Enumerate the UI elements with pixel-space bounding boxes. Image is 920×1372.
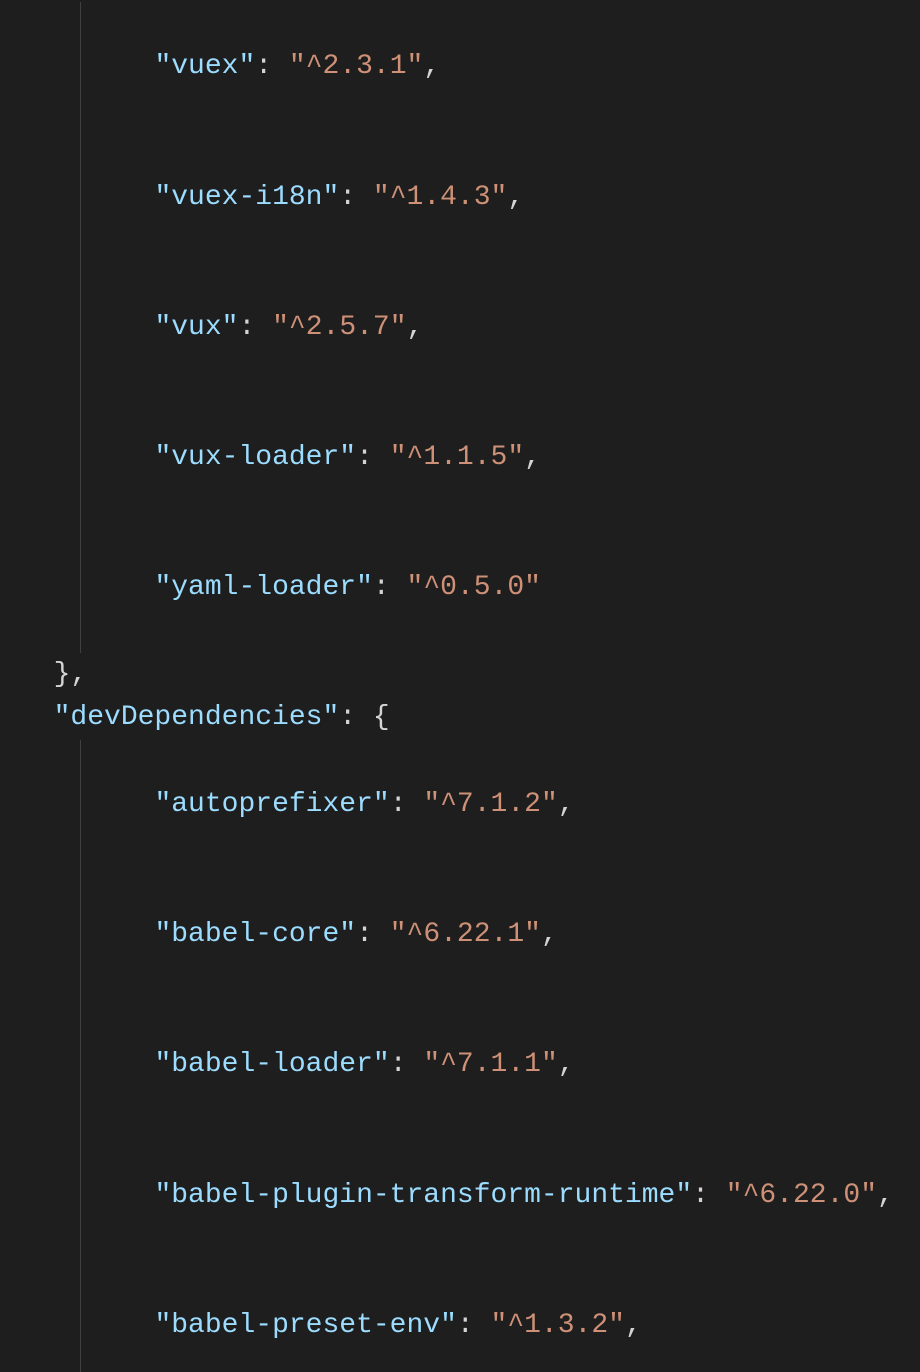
colon: : bbox=[255, 51, 289, 82]
code-line: }, bbox=[20, 653, 920, 696]
json-key: babel-plugin-transform-runtime bbox=[171, 1180, 675, 1211]
json-key: vuex bbox=[171, 51, 238, 82]
json-key: yaml-loader bbox=[171, 572, 356, 603]
code-line: "vux-loader": "^1.1.5", bbox=[20, 393, 920, 523]
json-key: vux bbox=[171, 312, 221, 343]
json-key: vux-loader bbox=[171, 442, 339, 473]
open-brace: { bbox=[373, 702, 390, 733]
json-value: ^1.1.5 bbox=[407, 442, 508, 473]
json-key: babel-core bbox=[171, 919, 339, 950]
code-line: "babel-preset-env": "^1.3.2", bbox=[20, 1260, 920, 1372]
json-value: ^2.5.7 bbox=[289, 312, 390, 343]
json-key: babel-preset-env bbox=[171, 1310, 440, 1341]
code-line: "babel-core": "^6.22.1", bbox=[20, 870, 920, 1000]
json-value: ^6.22.0 bbox=[743, 1180, 861, 1211]
json-value: ^6.22.1 bbox=[407, 919, 525, 950]
comma: , bbox=[423, 51, 440, 82]
json-value: ^1.3.2 bbox=[507, 1310, 608, 1341]
json-value: ^0.5.0 bbox=[423, 572, 524, 603]
code-line: "vuex": "^2.3.1", bbox=[20, 2, 920, 132]
json-key: vuex-i18n bbox=[171, 182, 322, 213]
json-value: ^7.1.2 bbox=[440, 789, 541, 820]
json-section-key: devDependencies bbox=[70, 702, 322, 733]
code-line: "babel-plugin-transform-runtime": "^6.22… bbox=[20, 1130, 920, 1260]
json-value: ^7.1.1 bbox=[440, 1049, 541, 1080]
code-line: "vuex-i18n": "^1.4.3", bbox=[20, 132, 920, 262]
close-brace: }, bbox=[54, 659, 88, 690]
json-key: babel-loader bbox=[171, 1049, 373, 1080]
code-line: "yaml-loader": "^0.5.0" bbox=[20, 523, 920, 653]
json-value: ^2.3.1 bbox=[306, 51, 407, 82]
json-key: autoprefixer bbox=[171, 789, 373, 820]
code-editor[interactable]: "vuex": "^2.3.1", "vuex-i18n": "^1.4.3",… bbox=[0, 0, 920, 1372]
json-value: ^1.4.3 bbox=[390, 182, 491, 213]
code-line: "devDependencies": { bbox=[20, 696, 920, 739]
code-line: "babel-loader": "^7.1.1", bbox=[20, 1000, 920, 1130]
code-line: "autoprefixer": "^7.1.2", bbox=[20, 740, 920, 870]
code-line: "vux": "^2.5.7", bbox=[20, 262, 920, 392]
